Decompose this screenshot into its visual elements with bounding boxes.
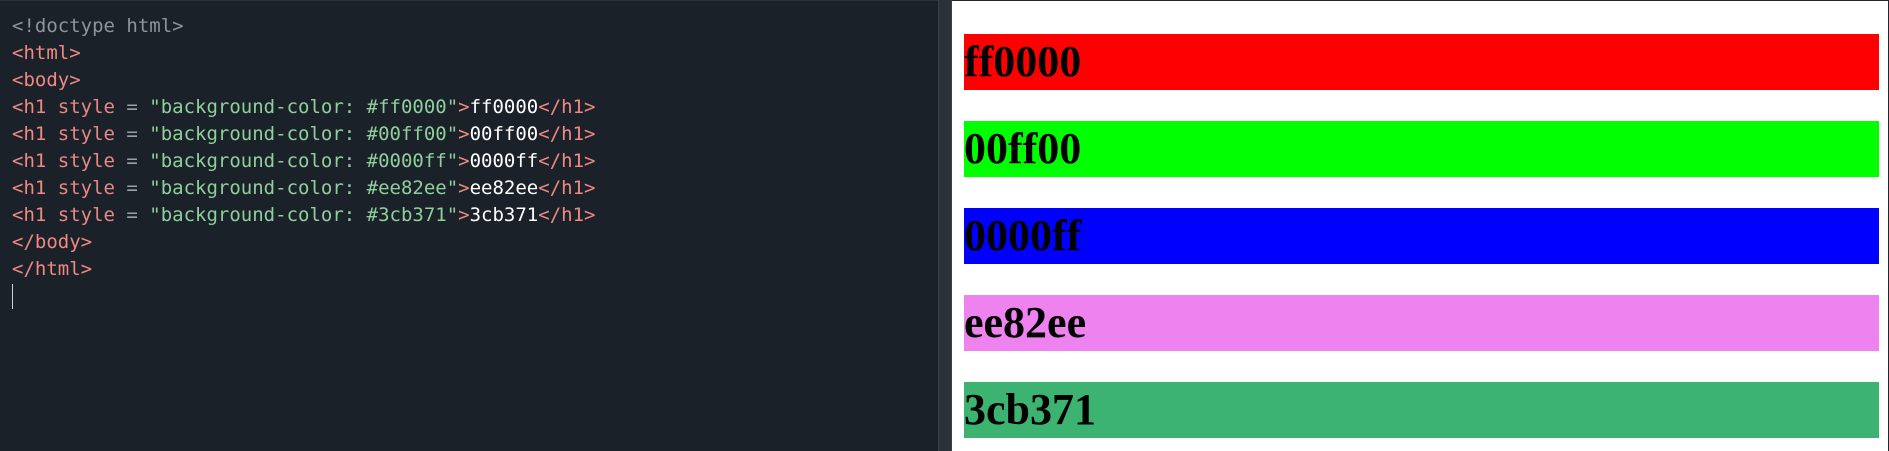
tag-token: </h1> [538,96,596,118]
tag-token: </h1> [538,204,596,226]
code-line[interactable]: </body> [12,229,938,256]
tag-token: <h1 [12,96,47,118]
equals-token: = [114,204,150,226]
code-line[interactable]: <body> [12,67,938,94]
text-token: 00ff00 [469,123,539,145]
attr-token: style [46,123,115,145]
equals-token: = [114,177,150,199]
string-token: "background-color: #3cb371" [149,204,459,226]
code-line-empty[interactable] [12,283,938,310]
preview-heading: 3cb371 [964,382,1879,438]
equals-token: = [114,96,150,118]
preview-heading: ee82ee [964,295,1879,351]
code-line[interactable]: <html> [12,40,938,67]
tag-token: > [458,123,470,145]
tag-token: <h1 [12,204,47,226]
app-window: <!doctype html> <html> <body> <h1 style … [0,0,1889,451]
tag-token: > [458,177,470,199]
tag-token: <html> [12,42,81,64]
code-line[interactable]: <!doctype html> [12,13,938,40]
string-token: "background-color: #ee82ee" [149,177,459,199]
tag-token: <h1 [12,150,47,172]
pane-splitter[interactable] [938,0,952,451]
tag-token: </h1> [538,150,596,172]
preview-heading: 0000ff [964,208,1879,264]
code-line[interactable]: <h1 style = "background-color: #0000ff">… [12,148,938,175]
attr-token: style [46,150,115,172]
tag-token: </h1> [538,123,596,145]
code-editor[interactable]: <!doctype html> <html> <body> <h1 style … [0,0,938,451]
text-token: 3cb371 [469,204,539,226]
tag-token: <h1 [12,177,47,199]
equals-token: = [114,150,150,172]
tag-token: > [458,96,470,118]
tag-token: </body> [12,231,93,253]
code-line[interactable]: </html> [12,256,938,283]
text-token: ff0000 [469,96,539,118]
text-token: ee82ee [469,177,539,199]
doctype-token: <!doctype html> [12,15,184,37]
tag-token: </h1> [538,177,596,199]
preview-pane: ff0000 00ff00 0000ff ee82ee 3cb371 [952,0,1889,451]
string-token: "background-color: #ff0000" [149,96,459,118]
attr-token: style [46,177,115,199]
equals-token: = [114,123,150,145]
code-line[interactable]: <h1 style = "background-color: #ff0000">… [12,94,938,121]
string-token: "background-color: #00ff00" [149,123,459,145]
tag-token: > [458,204,470,226]
tag-token: <body> [12,69,81,91]
text-cursor [12,284,13,309]
string-token: "background-color: #0000ff" [149,150,459,172]
tag-token: <h1 [12,123,47,145]
preview-heading: ff0000 [964,34,1879,90]
attr-token: style [46,204,115,226]
code-line[interactable]: <h1 style = "background-color: #3cb371">… [12,202,938,229]
tag-token: > [458,150,470,172]
attr-token: style [46,96,115,118]
code-line[interactable]: <h1 style = "background-color: #00ff00">… [12,121,938,148]
preview-heading: 00ff00 [964,121,1879,177]
tag-token: </html> [12,258,93,280]
code-line[interactable]: <h1 style = "background-color: #ee82ee">… [12,175,938,202]
text-token: 0000ff [469,150,539,172]
